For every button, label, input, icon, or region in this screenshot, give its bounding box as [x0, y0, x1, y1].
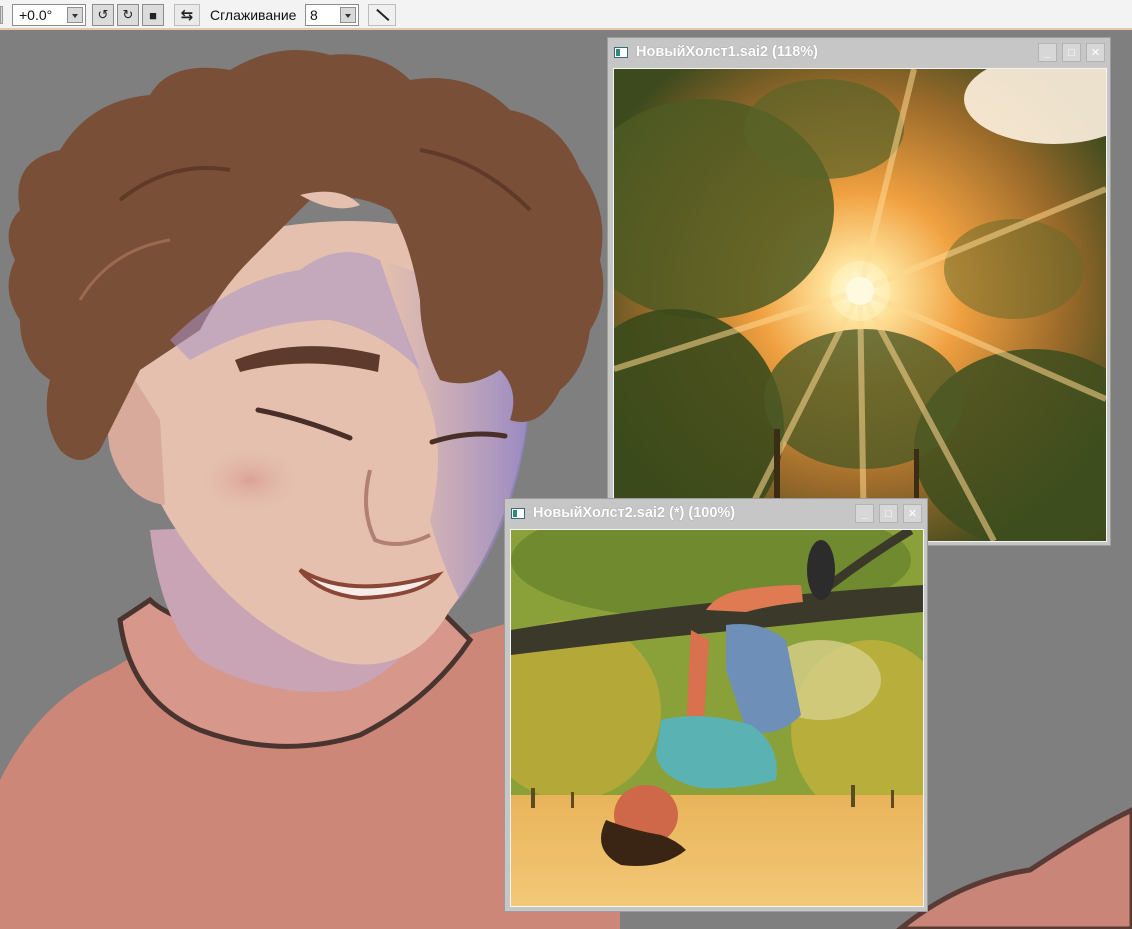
maximize-icon: □	[885, 507, 892, 520]
flip-horizontal-button[interactable]: ⇆	[174, 4, 200, 26]
canvas-content-sunlit-forest[interactable]	[613, 68, 1107, 542]
maximize-icon: □	[1068, 46, 1075, 59]
window-titlebar[interactable]: НовыйХолст2.sai2 (*) (100%) _ □ ✕	[505, 499, 927, 527]
smoothing-label: Сглаживание	[210, 7, 297, 23]
canvas-window-2[interactable]: НовыйХолст2.sai2 (*) (100%) _ □ ✕	[504, 498, 928, 912]
flip-arrows-icon: ⇆	[180, 7, 194, 24]
chevron-down-icon[interactable]	[67, 7, 83, 23]
minimize-icon: _	[861, 507, 868, 520]
close-button[interactable]: ✕	[1086, 43, 1105, 62]
canvas-window-icon	[614, 47, 628, 58]
maximize-button[interactable]: □	[879, 504, 898, 523]
rotation-angle-value: +0.0°	[19, 7, 53, 23]
window-title: НовыйХолст1.sai2 (118%)	[636, 44, 818, 60]
close-icon: ✕	[907, 508, 918, 520]
square-icon: ■	[149, 7, 157, 23]
close-icon: ✕	[1090, 47, 1101, 59]
smoothing-dropdown[interactable]: 8	[305, 4, 359, 26]
rotation-angle-dropdown[interactable]: +0.0°	[12, 4, 86, 26]
line-tool-button[interactable]	[368, 4, 396, 26]
smoothing-value: 8	[310, 7, 318, 23]
toolbar-edge	[0, 6, 3, 24]
chevron-down-icon[interactable]	[340, 7, 356, 23]
canvas-window-icon	[511, 508, 525, 519]
window-titlebar[interactable]: НовыйХолст1.sai2 (118%) _ □ ✕	[608, 38, 1110, 66]
minimize-button[interactable]: _	[1038, 43, 1057, 62]
reset-rotation-button[interactable]: ■	[142, 4, 164, 26]
minimize-button[interactable]: _	[855, 504, 874, 523]
rotate-ccw-icon: ↺	[97, 7, 109, 22]
window-title: НовыйХолст2.sai2 (*) (100%)	[533, 505, 736, 521]
rotate-cw-icon: ↻	[122, 7, 134, 22]
sunlit-forest-image	[614, 69, 1106, 541]
rotate-left-button[interactable]: ↺	[92, 4, 114, 26]
canvas-window-1[interactable]: НовыйХолст1.sai2 (118%) _ □ ✕	[607, 37, 1111, 546]
minimize-icon: _	[1044, 46, 1051, 59]
close-button[interactable]: ✕	[903, 504, 922, 523]
toolbar: +0.0° ↺ ↻ ■ ⇆ Сглаживание 8	[0, 0, 1132, 30]
rotate-right-button[interactable]: ↻	[117, 4, 139, 26]
maximize-button[interactable]: □	[1062, 43, 1081, 62]
canvas-content-boy-hanging-from-tree[interactable]	[510, 529, 924, 907]
cheek-blush	[195, 445, 305, 515]
boy-in-tree-image	[511, 530, 923, 906]
